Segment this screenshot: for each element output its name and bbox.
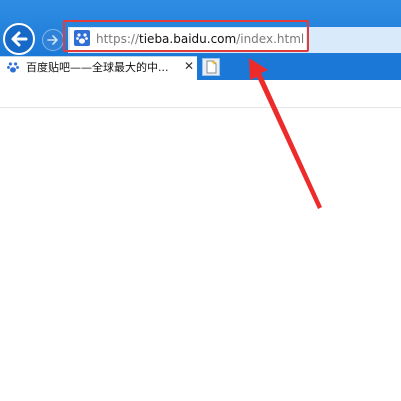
back-button[interactable] bbox=[3, 23, 35, 55]
page-content-top bbox=[0, 80, 401, 108]
forward-button[interactable] bbox=[42, 29, 64, 51]
browser-window: { "browser": { "url_scheme": "https://",… bbox=[0, 0, 401, 401]
back-arrow-icon bbox=[11, 31, 28, 47]
address-highlight-box bbox=[63, 20, 309, 52]
new-tab-icon bbox=[206, 60, 217, 74]
new-tab-button[interactable] bbox=[202, 58, 220, 76]
tab-title: 百度贴吧——全球最大的中... bbox=[26, 61, 169, 74]
baidu-paw-icon bbox=[7, 62, 19, 73]
forward-arrow-icon bbox=[47, 35, 58, 45]
tab-close-button[interactable]: ✕ bbox=[182, 59, 196, 73]
